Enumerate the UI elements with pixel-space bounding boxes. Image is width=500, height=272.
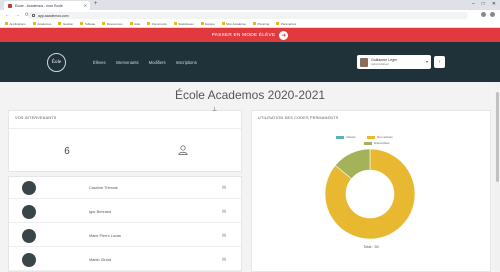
list-item[interactable]: Marie Pierre Lucas ✉ [9, 225, 241, 247]
avatar [22, 180, 36, 195]
bookmark-label: Academos [37, 21, 52, 26]
bookmark-label: Paramètres [280, 21, 297, 26]
forward-button[interactable]: → [15, 12, 20, 18]
folder-icon [147, 22, 151, 25]
page-scrollbar[interactable] [495, 82, 500, 272]
close-window-button[interactable]: ✕ [492, 1, 496, 7]
chevron-down-icon[interactable]: ▾ [426, 59, 428, 64]
folder-icon [32, 22, 36, 25]
bookmark-label: Équipe [205, 21, 215, 26]
bookmark-item[interactable]: Équipe [200, 21, 215, 26]
intervenants-list: Caroline Trémois ✉ Igor Bertrand ✉ Marie… [8, 176, 242, 272]
bookmark-item[interactable]: Paramètres [276, 22, 296, 26]
main-nav: Élèves Intervenants Modifiers Inscriptio… [93, 60, 197, 65]
intervenant-name: Igor Bertrand [89, 209, 112, 214]
url-text: app.academos.com [38, 13, 69, 18]
user-role: Administrateur [371, 62, 390, 66]
folder-icon [58, 22, 62, 25]
bookmark-item[interactable]: Ressources [102, 21, 123, 26]
nav-item-modifiers[interactable]: Modifiers [149, 60, 166, 65]
users-icon [125, 144, 241, 158]
intervenant-name: Martin Girard [89, 257, 112, 262]
bookmark-label: Aide [134, 21, 141, 26]
mail-icon[interactable]: ✉ [222, 233, 226, 239]
folder-icon [200, 22, 204, 25]
nav-item-eleves[interactable]: Élèves [93, 60, 106, 65]
intervenants-stats: 6 [9, 128, 241, 173]
avatar [22, 204, 36, 219]
new-tab-button[interactable]: + [94, 1, 98, 7]
pin-icon[interactable]: ⊥ [212, 106, 217, 113]
bookmark-label: Mon Académie [226, 21, 246, 26]
codes-card: UTILISATION DES CODES PERMANENTS Activés… [251, 110, 491, 272]
mail-icon[interactable]: ✉ [222, 209, 226, 215]
lock-icon [32, 14, 35, 17]
bookmark-label: Statistiques [178, 21, 194, 26]
extension-icon[interactable] [481, 12, 486, 17]
bookmark-item[interactable]: Statistiques [173, 21, 194, 26]
url-input[interactable]: app.academos.com [28, 12, 468, 19]
browser-tab-bar: École - Academos - mon École ✕ + – □ ✕ [0, 0, 500, 10]
chart-total: Total : 50 [363, 245, 379, 249]
banner-label: PASSER EN MODE ÉLÈVE [211, 32, 276, 38]
folder-icon [253, 22, 256, 25]
avatar [360, 57, 368, 67]
intervenant-name: Marie Pierre Lucas [89, 233, 121, 238]
arrow-right-icon[interactable]: ➜ [279, 30, 289, 40]
bookmark-label: Tableau [84, 21, 96, 26]
tab-close-icon[interactable]: ✕ [84, 3, 87, 8]
folder-icon [5, 22, 8, 25]
app-header: Éole Élèves Intervenants Modifiers Inscr… [0, 42, 500, 82]
intervenant-name: Caroline Trémois [89, 185, 118, 190]
bookmark-item[interactable]: Planning [253, 22, 269, 26]
list-item[interactable]: Igor Bertrand ✉ [9, 201, 241, 223]
bookmark-item[interactable]: Mon Académie [221, 21, 246, 26]
avatar [22, 252, 36, 267]
avatar [22, 228, 36, 243]
bookmark-label: Ressources [106, 21, 123, 26]
folder-icon [129, 22, 133, 25]
scrollbar-thumb[interactable] [496, 92, 499, 182]
bookmark-label: Planning [257, 21, 270, 26]
intervenants-card: VOS INTERVENANTS 6 [8, 110, 242, 172]
bookmark-label: Applications [9, 21, 26, 26]
folder-icon [276, 22, 280, 25]
back-button[interactable]: ← [5, 12, 10, 18]
bookmark-label: Gestion [62, 21, 74, 26]
nav-item-inscriptions[interactable]: Inscriptions [176, 60, 197, 65]
mail-icon[interactable]: ✉ [222, 257, 226, 263]
extensions-area [481, 12, 495, 17]
nav-item-intervenants[interactable]: Intervenants [116, 60, 139, 65]
tab-favicon-icon [8, 3, 12, 8]
folder-icon [221, 22, 225, 25]
bookmark-item[interactable]: Academos [32, 21, 52, 26]
bookmarks-bar: Applications Academos Gestion Tableau Ressou… [0, 20, 500, 28]
address-bar-row: ← → ⟳ app.academos.com [0, 10, 500, 20]
bookmark-item[interactable]: Aide [129, 21, 141, 26]
bookmark-item[interactable]: Tableau [80, 22, 95, 26]
logout-button[interactable]: ‹ [434, 56, 445, 68]
intervenants-count: 6 [64, 145, 70, 157]
intervenants-heading: VOS INTERVENANTS [15, 116, 57, 120]
user-menu[interactable]: Guillaume Léger Administrateur ▾ [357, 55, 431, 69]
browser-tab[interactable]: École - Academos - mon École ✕ [4, 1, 90, 10]
profile-icon[interactable] [490, 12, 495, 17]
school-logo[interactable]: Éole [47, 53, 66, 72]
folder-icon [80, 22, 84, 25]
list-item[interactable]: Caroline Trémois ✉ [9, 177, 241, 199]
maximize-button[interactable]: □ [482, 1, 485, 7]
mail-icon[interactable]: ✉ [222, 185, 226, 191]
list-item[interactable]: Martin Girard ✉ [9, 249, 241, 271]
bookmark-item[interactable]: Gestion [58, 22, 73, 26]
student-mode-banner[interactable]: PASSER EN MODE ÉLÈVE ➜ [0, 28, 500, 42]
bookmark-item[interactable]: Applications [5, 22, 26, 26]
folder-icon [173, 22, 177, 25]
tab-title: École - Academos - mon École [15, 3, 63, 8]
window-controls: – □ ✕ [472, 1, 496, 7]
page-title: École Academos 2020-2021 [174, 88, 326, 102]
bookmark-item[interactable]: Documents [147, 22, 167, 26]
bookmark-label: Documents [151, 21, 167, 26]
folder-icon [102, 22, 106, 25]
minimize-button[interactable]: – [472, 1, 475, 7]
